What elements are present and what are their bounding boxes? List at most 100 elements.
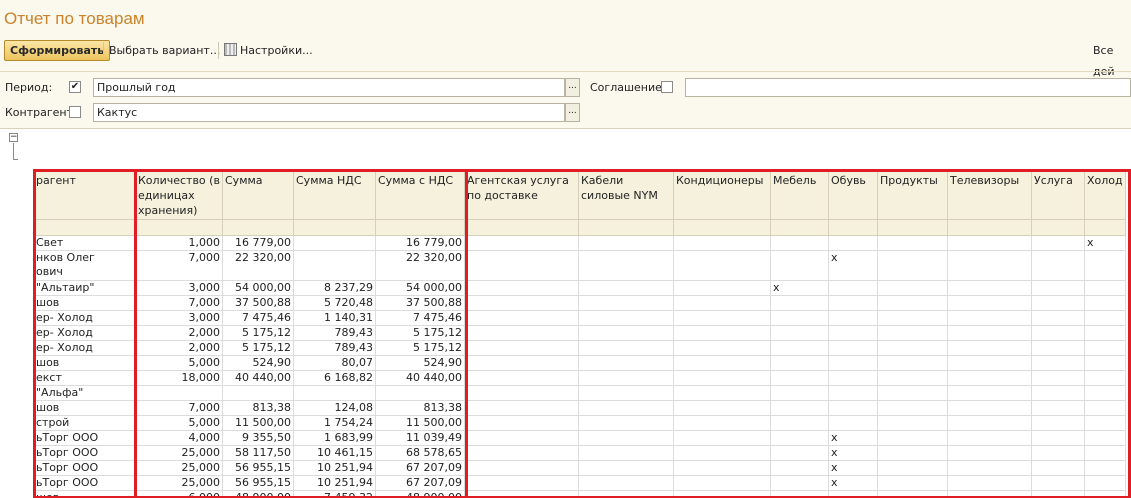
amount-cell[interactable]: 25,000 bbox=[135, 460, 223, 476]
category-cell[interactable] bbox=[947, 475, 1032, 491]
counterparty-cell[interactable]: нков Олег ович bbox=[33, 250, 136, 281]
amount-cell[interactable]: 3,000 bbox=[135, 310, 223, 326]
column-header[interactable]: Агентская услуга по доставке bbox=[464, 171, 579, 220]
category-cell[interactable] bbox=[464, 340, 579, 356]
category-cell[interactable] bbox=[828, 235, 878, 251]
category-cell[interactable] bbox=[1084, 475, 1126, 491]
counterparty-cell[interactable]: ер- Холод bbox=[33, 340, 136, 356]
category-cell[interactable] bbox=[578, 415, 674, 431]
category-cell[interactable] bbox=[464, 325, 579, 341]
table-row[interactable]: ер- Холод 2,000 5 175,12 789,43 5 175,12 bbox=[33, 325, 1126, 341]
amount-cell[interactable]: 10 251,94 bbox=[293, 475, 376, 491]
amount-cell[interactable] bbox=[293, 385, 376, 401]
table-row[interactable]: екст 18,000 40 440,00 6 168,82 40 440,00 bbox=[33, 370, 1126, 386]
category-cell[interactable] bbox=[578, 325, 674, 341]
column-header[interactable]: Продукты bbox=[877, 171, 948, 220]
category-cell[interactable] bbox=[578, 475, 674, 491]
category-cell[interactable] bbox=[673, 250, 771, 281]
table-row[interactable]: шов 7,000 813,38 124,08 813,38 bbox=[33, 400, 1126, 416]
category-cell[interactable] bbox=[1031, 250, 1085, 281]
category-cell[interactable] bbox=[828, 325, 878, 341]
category-cell[interactable] bbox=[828, 340, 878, 356]
table-row[interactable]: "Альфа" bbox=[33, 385, 1126, 401]
amount-cell[interactable]: 54 000,00 bbox=[375, 280, 465, 296]
amount-cell[interactable]: 7 475,46 bbox=[222, 310, 294, 326]
amount-cell[interactable]: 22 320,00 bbox=[222, 250, 294, 281]
amount-cell[interactable]: 7 459,32 bbox=[293, 490, 376, 498]
category-cell[interactable] bbox=[1084, 490, 1126, 498]
amount-cell[interactable]: 524,90 bbox=[375, 355, 465, 371]
category-cell[interactable] bbox=[464, 415, 579, 431]
amount-cell[interactable]: 7,000 bbox=[135, 295, 223, 311]
category-cell[interactable] bbox=[947, 385, 1032, 401]
amount-cell[interactable]: 2,000 bbox=[135, 325, 223, 341]
category-cell[interactable] bbox=[673, 370, 771, 386]
category-cell[interactable] bbox=[1031, 325, 1085, 341]
category-cell[interactable]: x bbox=[828, 460, 878, 476]
amount-cell[interactable]: 5 720,48 bbox=[293, 295, 376, 311]
category-cell[interactable] bbox=[877, 415, 948, 431]
category-cell[interactable] bbox=[1031, 340, 1085, 356]
category-cell[interactable] bbox=[1031, 295, 1085, 311]
category-cell[interactable] bbox=[947, 400, 1032, 416]
amount-cell[interactable]: 5,000 bbox=[135, 415, 223, 431]
amount-cell[interactable]: 2,000 bbox=[135, 340, 223, 356]
category-cell[interactable]: x bbox=[770, 280, 829, 296]
amount-cell[interactable]: 5 175,12 bbox=[375, 340, 465, 356]
category-cell[interactable] bbox=[578, 430, 674, 446]
amount-cell[interactable]: 54 000,00 bbox=[222, 280, 294, 296]
category-cell[interactable] bbox=[578, 400, 674, 416]
amount-cell[interactable]: 40 440,00 bbox=[375, 370, 465, 386]
period-select-button[interactable]: ... bbox=[565, 78, 580, 97]
amount-cell[interactable]: 9 355,50 bbox=[222, 430, 294, 446]
table-row[interactable]: строй 5,000 11 500,00 1 754,24 11 500,00 bbox=[33, 415, 1126, 431]
category-cell[interactable] bbox=[673, 280, 771, 296]
category-cell[interactable] bbox=[770, 235, 829, 251]
category-cell[interactable] bbox=[877, 340, 948, 356]
category-cell[interactable] bbox=[1031, 415, 1085, 431]
category-cell[interactable] bbox=[673, 490, 771, 498]
category-cell[interactable] bbox=[947, 310, 1032, 326]
category-cell[interactable] bbox=[877, 325, 948, 341]
category-cell[interactable] bbox=[464, 280, 579, 296]
table-row[interactable]: ьТорг ООО 25,000 58 117,50 10 461,15 68 578,… bbox=[33, 445, 1126, 461]
category-cell[interactable] bbox=[770, 475, 829, 491]
category-cell[interactable] bbox=[828, 280, 878, 296]
counterparty-cell[interactable]: ер- Холод bbox=[33, 325, 136, 341]
amount-cell[interactable]: 68 578,65 bbox=[375, 445, 465, 461]
counterparty-cell[interactable]: ьТорг ООО bbox=[33, 430, 136, 446]
column-header[interactable]: Кондиционеры bbox=[673, 171, 771, 220]
category-cell[interactable] bbox=[828, 415, 878, 431]
counterparty-cell[interactable]: шов bbox=[33, 295, 136, 311]
category-cell[interactable] bbox=[578, 355, 674, 371]
category-cell[interactable] bbox=[1084, 355, 1126, 371]
amount-cell[interactable]: 37 500,88 bbox=[375, 295, 465, 311]
amount-cell[interactable]: 1,000 bbox=[135, 235, 223, 251]
category-cell[interactable] bbox=[828, 385, 878, 401]
category-cell[interactable] bbox=[464, 370, 579, 386]
amount-cell[interactable]: 67 207,09 bbox=[375, 460, 465, 476]
category-cell[interactable] bbox=[947, 430, 1032, 446]
amount-cell[interactable]: 1 683,99 bbox=[293, 430, 376, 446]
category-cell[interactable] bbox=[1031, 430, 1085, 446]
category-cell[interactable] bbox=[1084, 415, 1126, 431]
category-cell[interactable] bbox=[770, 310, 829, 326]
amount-cell[interactable]: 813,38 bbox=[222, 400, 294, 416]
category-cell[interactable] bbox=[673, 400, 771, 416]
category-cell[interactable] bbox=[673, 460, 771, 476]
counterparty-cell[interactable]: ьТорг ООО bbox=[33, 475, 136, 491]
category-cell[interactable] bbox=[947, 325, 1032, 341]
category-cell[interactable] bbox=[770, 385, 829, 401]
all-actions-menu[interactable]: Все дей bbox=[1093, 40, 1131, 78]
category-cell[interactable] bbox=[1031, 235, 1085, 251]
counterparty-cell[interactable]: шов bbox=[33, 355, 136, 371]
category-cell[interactable] bbox=[947, 340, 1032, 356]
amount-cell[interactable] bbox=[222, 385, 294, 401]
counterparty-cell[interactable]: ер- Холод bbox=[33, 310, 136, 326]
amount-cell[interactable]: 48 900,00 bbox=[375, 490, 465, 498]
period-checkbox[interactable]: ✔ bbox=[69, 81, 81, 93]
table-row[interactable]: ер- Холод 3,000 7 475,46 1 140,31 7 475,46 bbox=[33, 310, 1126, 326]
category-cell[interactable] bbox=[464, 250, 579, 281]
amount-cell[interactable] bbox=[375, 385, 465, 401]
category-cell[interactable] bbox=[770, 415, 829, 431]
